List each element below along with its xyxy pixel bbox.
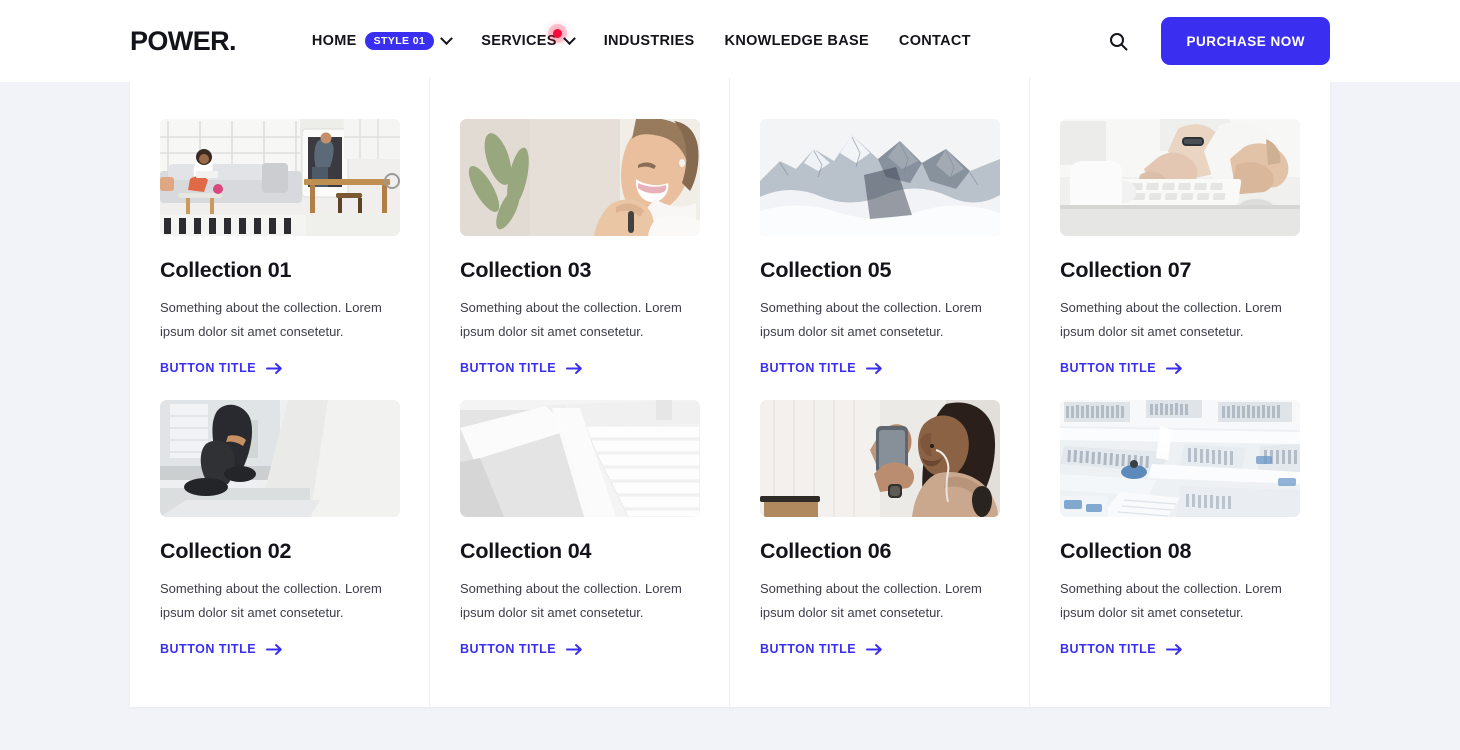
arrow-right-icon [1166, 643, 1182, 655]
site-header: POWER. HOME STYLE 01 SERVICES INDUSTRIES… [0, 0, 1460, 82]
collection-card[interactable]: Collection 01 Something about the collec… [160, 78, 400, 375]
card-title: Collection 08 [1060, 539, 1192, 563]
card-title: Collection 06 [760, 539, 892, 563]
card-description: Something about the collection. Lorem ip… [1060, 581, 1282, 620]
card-image-steps [160, 400, 400, 517]
nav-label: CONTACT [898, 33, 971, 49]
nav-label: INDUSTRIES [603, 33, 695, 49]
card-description: Something about the collection. Lorem ip… [460, 300, 682, 339]
collection-card[interactable]: Collection 04 Something about the collec… [460, 375, 700, 656]
nav-label: KNOWLEDGE BASE [724, 33, 869, 49]
arrow-right-icon [566, 362, 582, 374]
card-cta-link[interactable]: BUTTON TITLE [1060, 361, 1183, 375]
card-title: Collection 03 [460, 258, 592, 282]
arrow-right-icon [866, 643, 882, 655]
search-icon [1109, 32, 1128, 50]
arrow-right-icon [266, 362, 282, 374]
card-cta-link[interactable]: BUTTON TITLE [760, 361, 883, 375]
card-image-smiling-woman [460, 119, 700, 236]
card-title: Collection 07 [1060, 258, 1192, 282]
card-title: Collection 02 [160, 539, 292, 563]
card-cta-link[interactable]: BUTTON TITLE [460, 642, 583, 656]
collection-card[interactable]: Collection 05 Something about the collec… [760, 78, 1000, 375]
card-cta-label: BUTTON TITLE [460, 642, 557, 656]
collections-column: Collection 07 Something about the collec… [1030, 78, 1330, 707]
main-navigation: HOME STYLE 01 SERVICES INDUSTRIES KNOWLE… [311, 29, 971, 51]
card-cta-label: BUTTON TITLE [1060, 361, 1157, 375]
arrow-right-icon [866, 362, 882, 374]
card-title: Collection 04 [460, 539, 592, 563]
arrow-right-icon [1166, 362, 1182, 374]
collection-card[interactable]: Collection 08 Something about the collec… [1060, 375, 1300, 656]
card-cta-label: BUTTON TITLE [760, 361, 857, 375]
card-title: Collection 05 [760, 258, 892, 282]
card-description: Something about the collection. Lorem ip… [160, 581, 382, 620]
card-title: Collection 01 [160, 258, 292, 282]
nav-item-home[interactable]: HOME STYLE 01 [311, 31, 454, 51]
collections-panel: Collection 01 Something about the collec… [130, 78, 1330, 707]
card-cta-label: BUTTON TITLE [160, 642, 257, 656]
style-badge: STYLE 01 [364, 31, 435, 51]
collections-column: Collection 05 Something about the collec… [730, 78, 1030, 707]
card-cta-link[interactable]: BUTTON TITLE [760, 642, 883, 656]
card-image-keyboard-hands [1060, 119, 1300, 236]
card-cta-link[interactable]: BUTTON TITLE [460, 361, 583, 375]
collections-column: Collection 03 Something about the collec… [430, 78, 730, 707]
nav-item-services[interactable]: SERVICES [481, 29, 576, 49]
chevron-down-icon[interactable] [440, 31, 454, 45]
card-description: Something about the collection. Lorem ip… [760, 300, 982, 339]
card-cta-link[interactable]: BUTTON TITLE [160, 361, 283, 375]
arrow-right-icon [266, 643, 282, 655]
collection-card[interactable]: Collection 02 Something about the collec… [160, 375, 400, 656]
card-cta-link[interactable]: BUTTON TITLE [160, 642, 283, 656]
card-cta-label: BUTTON TITLE [1060, 642, 1157, 656]
nav-label: SERVICES [481, 33, 557, 49]
purchase-now-button[interactable]: PURCHASE NOW [1161, 17, 1330, 65]
card-description: Something about the collection. Lorem ip… [160, 300, 382, 339]
card-cta-label: BUTTON TITLE [760, 642, 857, 656]
collection-card[interactable]: Collection 03 Something about the collec… [460, 78, 700, 375]
card-cta-label: BUTTON TITLE [460, 361, 557, 375]
site-logo[interactable]: POWER. [130, 26, 237, 57]
collection-card[interactable]: Collection 07 Something about the collec… [1060, 78, 1300, 375]
notification-dot-icon [552, 29, 562, 38]
search-button[interactable] [1103, 26, 1133, 56]
card-description: Something about the collection. Lorem ip… [760, 581, 982, 620]
collection-card[interactable]: Collection 06 Something about the collec… [760, 375, 1000, 656]
nav-label: HOME [311, 33, 357, 49]
nav-item-knowledge-base[interactable]: KNOWLEDGE BASE [725, 33, 869, 49]
nav-item-contact[interactable]: CONTACT [899, 33, 971, 49]
card-image-staircase [460, 400, 700, 517]
collections-column: Collection 01 Something about the collec… [130, 78, 430, 707]
chevron-down-icon[interactable] [562, 31, 576, 45]
nav-item-industries[interactable]: INDUSTRIES [604, 33, 695, 49]
card-description: Something about the collection. Lorem ip… [460, 581, 682, 620]
card-cta-label: BUTTON TITLE [160, 361, 257, 375]
card-image-mountains [760, 119, 1000, 236]
card-description: Something about the collection. Lorem ip… [1060, 300, 1282, 339]
card-cta-link[interactable]: BUTTON TITLE [1060, 642, 1183, 656]
header-actions: PURCHASE NOW [1103, 17, 1330, 65]
arrow-right-icon [566, 643, 582, 655]
card-image-living-room [160, 119, 400, 236]
card-image-library [1060, 400, 1300, 517]
card-image-woman-phone [760, 400, 1000, 517]
